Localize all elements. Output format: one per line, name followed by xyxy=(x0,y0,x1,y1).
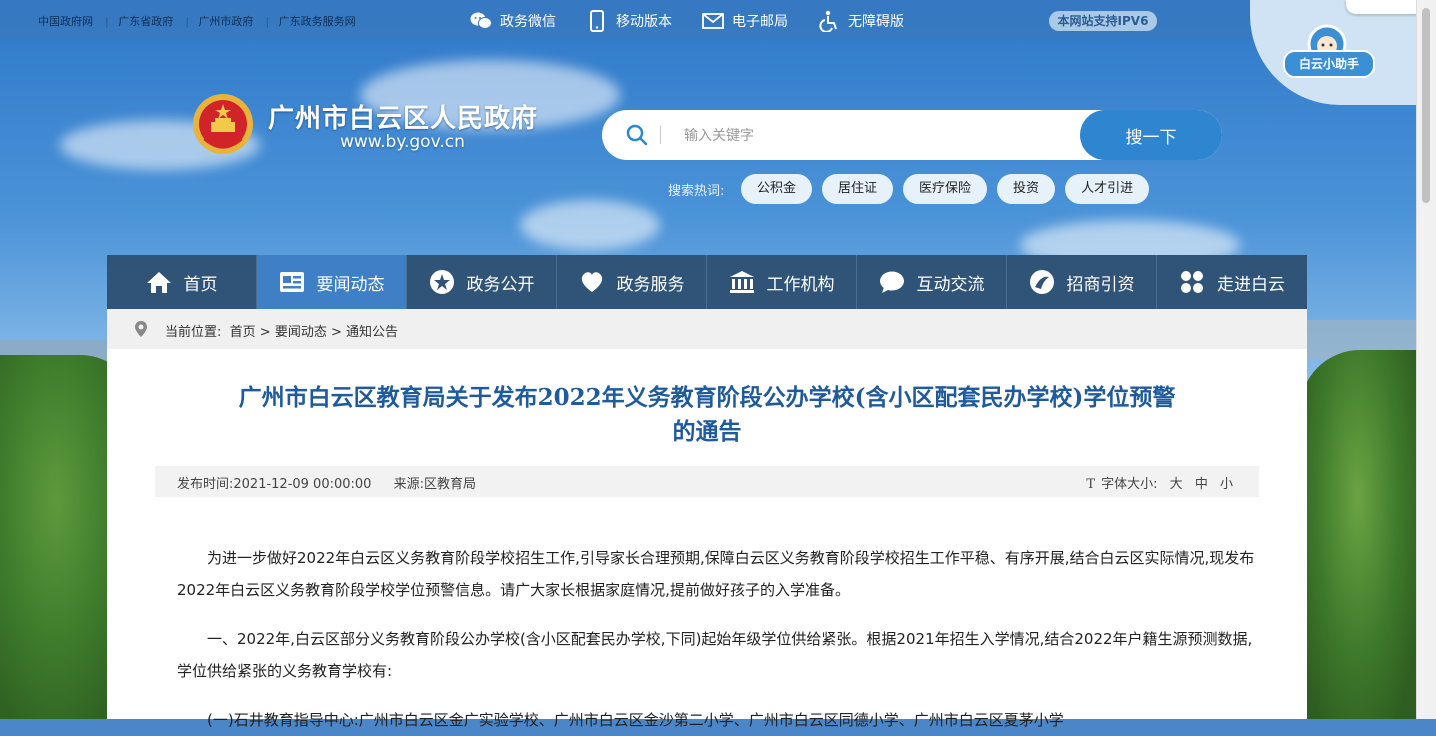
nav-label: 走进白云 xyxy=(1217,274,1285,295)
institution-icon xyxy=(729,269,755,295)
breadcrumb-prefix: 当前位置: xyxy=(165,325,222,340)
article-title-line2: 的通告 xyxy=(672,418,742,445)
article-title-line1: 广州市白云区教育局关于发布2022年义务教育阶段公办学校(含小区配套民办学校)学… xyxy=(238,384,1176,411)
breadcrumb-text: 当前位置: 首页 > 要闻动态 > 通知公告 xyxy=(165,321,398,340)
search-input[interactable] xyxy=(682,122,1076,150)
scrollbar-thumb[interactable] xyxy=(1422,8,1430,203)
nav-investment[interactable]: 招商引资 xyxy=(1007,255,1157,309)
grid-clover-icon xyxy=(1179,269,1205,295)
hot-tag[interactable]: 医疗保险 xyxy=(903,174,988,204)
investment-icon xyxy=(1029,269,1055,295)
font-size-medium[interactable]: 中 xyxy=(1195,477,1208,492)
article-meta-bar: 发布时间:2021-12-09 00:00:00 来源:区教育局 T 字体大小:… xyxy=(155,466,1259,497)
nav-label: 招商引资 xyxy=(1066,274,1135,295)
top-link[interactable]: 广东政务服务网 xyxy=(279,13,356,29)
ipv6-badge: 本网站支持IPV6 xyxy=(1049,11,1157,31)
mobile-label: 移动版本 xyxy=(616,14,672,30)
font-size-label: 字体大小: xyxy=(1101,477,1158,492)
chat-bubble-icon xyxy=(879,269,905,295)
accessibility-link[interactable]: 无障碍版 xyxy=(818,8,904,34)
top-nav: 政务微信 移动版本 电子邮局 无障碍版 xyxy=(470,8,934,34)
mail-icon xyxy=(702,10,724,32)
star-circle-icon xyxy=(429,269,455,295)
hot-search-label: 搜索热词: xyxy=(668,184,725,199)
wechat-icon xyxy=(470,10,492,32)
site-domain: www.by.gov.cn xyxy=(340,132,465,152)
national-emblem-icon xyxy=(191,92,255,158)
news-card-icon xyxy=(279,269,305,295)
site-title: 广州市白云区人民政府 xyxy=(268,104,539,134)
publish-time: 发布时间:2021-12-09 00:00:00 xyxy=(177,477,372,492)
main-nav: 首页 要闻动态 政务公开 政务服务 工作机构 互动交流 招商引资 走进白云 xyxy=(107,255,1307,309)
search-box: 搜一下 xyxy=(602,110,1222,160)
article-paragraph: (一)石井教育指导中心:广州市白云区金广实验学校、广州市白云区金沙第二小学、广州… xyxy=(207,711,1064,729)
top-link[interactable]: 广州市政府 xyxy=(198,13,253,29)
font-size-small[interactable]: 小 xyxy=(1220,477,1233,492)
hot-tag[interactable]: 人才引进 xyxy=(1065,174,1150,204)
nav-home[interactable]: 首页 xyxy=(107,255,257,309)
location-pin-icon xyxy=(133,320,149,338)
page-scrollbar[interactable] xyxy=(1416,0,1436,719)
hot-tag[interactable]: 居住证 xyxy=(822,174,894,204)
wechat-link[interactable]: 政务微信 xyxy=(470,8,556,34)
nav-news[interactable]: 要闻动态 xyxy=(257,255,407,309)
font-size-icon: T xyxy=(1086,477,1095,492)
article-title: 广州市白云区教育局关于发布2022年义务教育阶段公办学校(含小区配套民办学校)学… xyxy=(207,381,1207,449)
mobile-icon xyxy=(586,10,608,32)
hot-search-tags: 公积金 居住证 医疗保险 投资 人才引进 xyxy=(741,174,1159,204)
content-panel: 当前位置: 首页 > 要闻动态 > 通知公告 广州市白云区教育局关于发布2022… xyxy=(107,309,1307,729)
article-paragraph: 一、2022年,白云区部分义务教育阶段公办学校(含小区配套民办学校,下同)起始年… xyxy=(177,630,1253,680)
nav-interaction[interactable]: 互动交流 xyxy=(857,255,1007,309)
search-divider xyxy=(660,126,661,144)
home-icon xyxy=(146,269,172,295)
nav-about-baiyun[interactable]: 走进白云 xyxy=(1157,255,1307,309)
nav-label: 首页 xyxy=(183,274,218,295)
nav-label: 要闻动态 xyxy=(316,274,385,295)
nav-label: 政务公开 xyxy=(466,274,535,295)
nav-label: 工作机构 xyxy=(766,274,835,295)
top-link[interactable]: 中国政府网 xyxy=(38,13,93,29)
mail-link[interactable]: 电子邮局 xyxy=(702,8,788,34)
nav-label: 互动交流 xyxy=(916,274,985,295)
breadcrumb: 当前位置: 首页 > 要闻动态 > 通知公告 xyxy=(107,309,1307,349)
helper-label[interactable]: 白云小助手 xyxy=(1283,50,1375,78)
nav-institutions[interactable]: 工作机构 xyxy=(707,255,857,309)
top-links: 中国政府网 | 广东省政府 | 广州市政府 | 广东政务服务网 xyxy=(38,13,356,29)
search-icon xyxy=(626,124,648,146)
hot-tag[interactable]: 公积金 xyxy=(741,174,813,204)
nav-label: 政务服务 xyxy=(616,274,685,295)
article-paragraph: 为进一步做好2022年白云区义务教育阶段学校招生工作,引导家长合理预期,保障白云… xyxy=(177,549,1255,599)
article-source: 来源:区教育局 xyxy=(393,477,476,492)
search-button[interactable]: 搜一下 xyxy=(1080,110,1222,160)
font-size-large[interactable]: 大 xyxy=(1170,477,1183,492)
heart-icon xyxy=(579,269,605,295)
accessibility-label: 无障碍版 xyxy=(848,14,904,30)
nav-gov-service[interactable]: 政务服务 xyxy=(557,255,707,309)
top-link[interactable]: 广东省政府 xyxy=(118,13,173,29)
accessibility-icon xyxy=(818,10,840,32)
hot-tag[interactable]: 投资 xyxy=(997,174,1056,204)
nav-gov-open[interactable]: 政务公开 xyxy=(407,255,557,309)
breadcrumb-path[interactable]: 首页 > 要闻动态 > 通知公告 xyxy=(230,325,398,340)
mountain-right xyxy=(1300,350,1416,719)
wechat-label: 政务微信 xyxy=(500,14,556,30)
mobile-link[interactable]: 移动版本 xyxy=(586,8,672,34)
mail-label: 电子邮局 xyxy=(732,14,788,30)
